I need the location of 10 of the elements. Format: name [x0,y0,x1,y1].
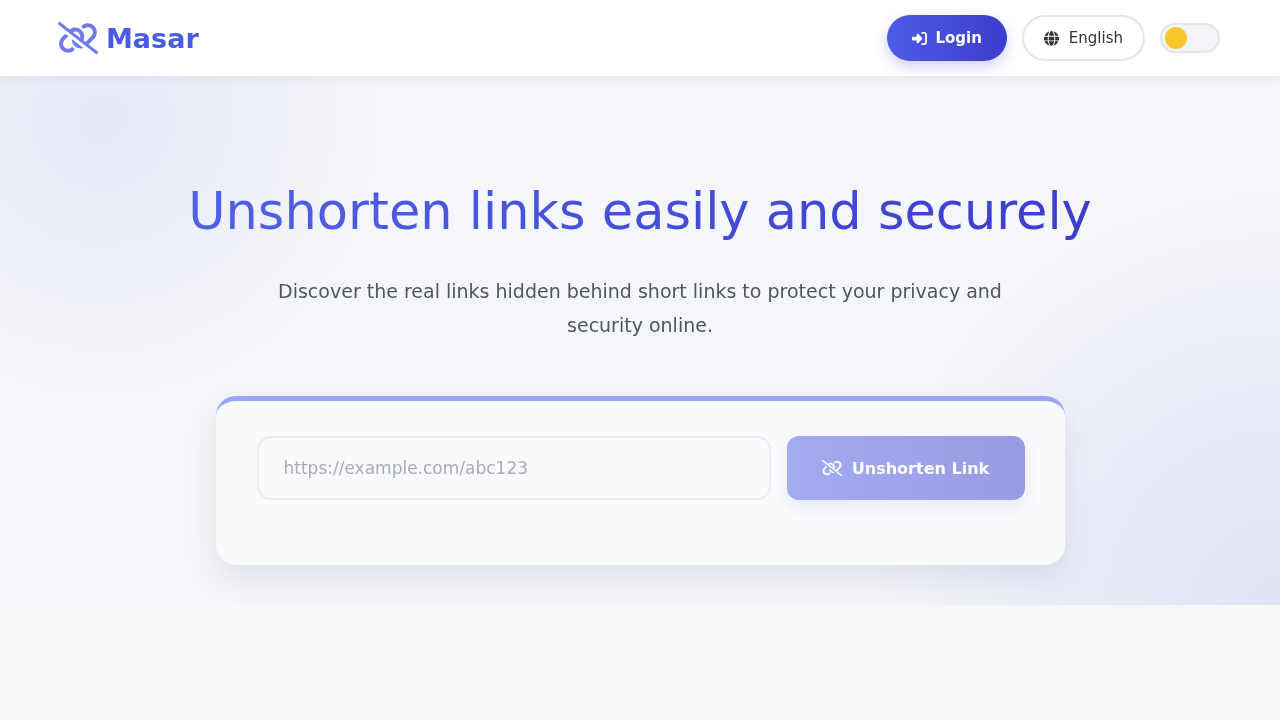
url-input-field[interactable]: https://example.com/abc123 [256,436,771,500]
login-icon [912,30,928,46]
broken-link-icon [58,22,98,54]
globe-icon [1043,30,1059,46]
hero-subtitle: Discover the real links hidden behind short links to protect your privacy and security online. [277,279,1003,338]
broken-link-icon [821,460,842,476]
logo-text[interactable]: Masar [106,22,199,54]
theme-toggle[interactable] [1160,23,1220,53]
language-button[interactable]: English [1021,15,1145,61]
login-button[interactable]: Login [887,15,1007,61]
